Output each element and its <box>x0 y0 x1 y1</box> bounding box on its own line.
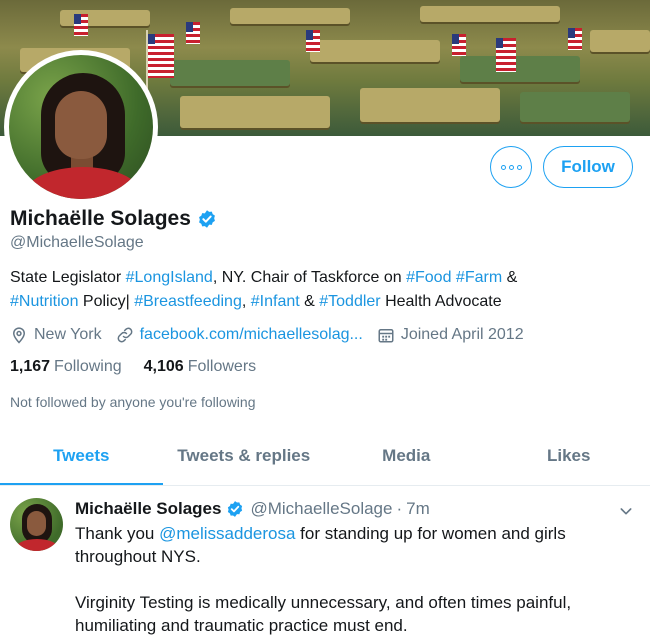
follow-button[interactable]: Follow <box>543 146 633 188</box>
banner-desk <box>520 92 630 122</box>
joined-item: Joined April 2012 <box>377 326 524 344</box>
profile-tabs: Tweets Tweets & replies Media Likes <box>0 437 650 486</box>
following-count: 1,167 <box>10 358 51 375</box>
flag-icon <box>148 34 174 78</box>
location-item: New York <box>10 326 102 344</box>
tab-tweets-replies[interactable]: Tweets & replies <box>163 437 326 485</box>
hashtag-link[interactable]: #Toddler <box>319 293 380 310</box>
tweet-header: Michaëlle Solages @MichaelleSolage · 7m <box>75 499 430 519</box>
tweet-text-part: Thank you <box>75 524 160 543</box>
banner-desk <box>180 96 330 128</box>
banner-desk <box>310 40 440 62</box>
joined-text: Joined April 2012 <box>400 326 524 343</box>
banner-desk <box>590 30 650 52</box>
follow-counts: 1,167 Following 4,106 Followers <box>10 358 278 376</box>
following-label: Following <box>54 358 122 375</box>
verified-badge-icon <box>199 210 215 228</box>
flag-icon <box>74 14 88 36</box>
flag-icon <box>496 38 516 72</box>
hashtag-link[interactable]: #Infant <box>251 293 300 310</box>
tab-likes[interactable]: Likes <box>488 437 650 485</box>
chevron-down-icon[interactable] <box>618 503 634 519</box>
tab-tweets[interactable]: Tweets <box>0 437 163 485</box>
profile-bio: State Legislator #LongIsland, NY. Chair … <box>10 266 630 314</box>
profile-handle: @MichaelleSolage <box>10 234 144 251</box>
bio-text: State Legislator <box>10 269 126 286</box>
flag-icon <box>186 22 200 44</box>
more-options-button[interactable] <box>490 146 532 188</box>
followers-count-link[interactable]: 4,106 Followers <box>144 358 257 376</box>
bio-text: , NY. Chair of Taskforce on <box>212 269 407 286</box>
flag-icon <box>452 34 466 56</box>
tab-media[interactable]: Media <box>325 437 488 485</box>
bio-text: & <box>502 269 518 286</box>
bio-text: Policy| <box>78 293 135 310</box>
tweet-author-handle[interactable]: @MichaelleSolage <box>250 499 392 519</box>
hashtag-link[interactable]: #Food <box>406 269 451 286</box>
flag-icon <box>306 30 320 52</box>
hashtag-link[interactable]: #Breastfeeding <box>134 293 242 310</box>
bio-text: & <box>299 293 320 310</box>
tweet-timestamp[interactable]: 7m <box>406 499 430 519</box>
hashtag-link[interactable]: #Farm <box>456 269 502 286</box>
tweet-avatar[interactable] <box>10 498 63 551</box>
banner-desk <box>360 88 500 122</box>
avatar-photo <box>9 55 153 199</box>
following-count-link[interactable]: 1,167 Following <box>10 358 122 376</box>
tweet-text: Thank you @melissadderosa for standing u… <box>75 522 635 637</box>
website-item[interactable]: facebook.com/michaellesolag... <box>116 326 363 344</box>
bio-text: Health Advocate <box>380 293 502 310</box>
profile-avatar[interactable] <box>4 50 158 204</box>
mention-link[interactable]: @melissadderosa <box>159 524 295 543</box>
followers-label: Followers <box>187 358 257 375</box>
profile-meta: New York facebook.com/michaellesolag... … <box>10 326 538 344</box>
tweet-separator: · <box>396 499 403 518</box>
not-followed-notice: Not followed by anyone you're following <box>10 394 256 410</box>
followers-count: 4,106 <box>143 358 184 375</box>
banner-desk <box>420 6 560 22</box>
banner-desk <box>230 8 350 24</box>
tweet-text-part: Virginity Testing is medically unnecessa… <box>75 593 572 635</box>
banner-desk <box>460 56 580 82</box>
profile-name-row: Michaëlle Solages <box>10 207 217 231</box>
verified-badge-icon <box>228 501 243 517</box>
tweet-item[interactable]: Michaëlle Solages @MichaelleSolage · 7m … <box>0 487 650 641</box>
location-text: New York <box>34 326 102 343</box>
profile-name: Michaëlle Solages <box>10 207 191 230</box>
location-pin-icon <box>12 327 26 344</box>
more-dots-icon <box>500 164 522 170</box>
hashtag-link[interactable]: #Nutrition <box>10 293 78 310</box>
link-icon <box>117 327 133 343</box>
hashtag-link[interactable]: #LongIsland <box>126 269 213 286</box>
calendar-icon <box>378 329 394 343</box>
bio-text: , <box>241 293 251 310</box>
website-link[interactable]: facebook.com/michaellesolag... <box>140 326 363 344</box>
flag-icon <box>568 28 582 50</box>
banner-desk <box>170 60 290 86</box>
tweet-author-name[interactable]: Michaëlle Solages <box>75 499 221 519</box>
